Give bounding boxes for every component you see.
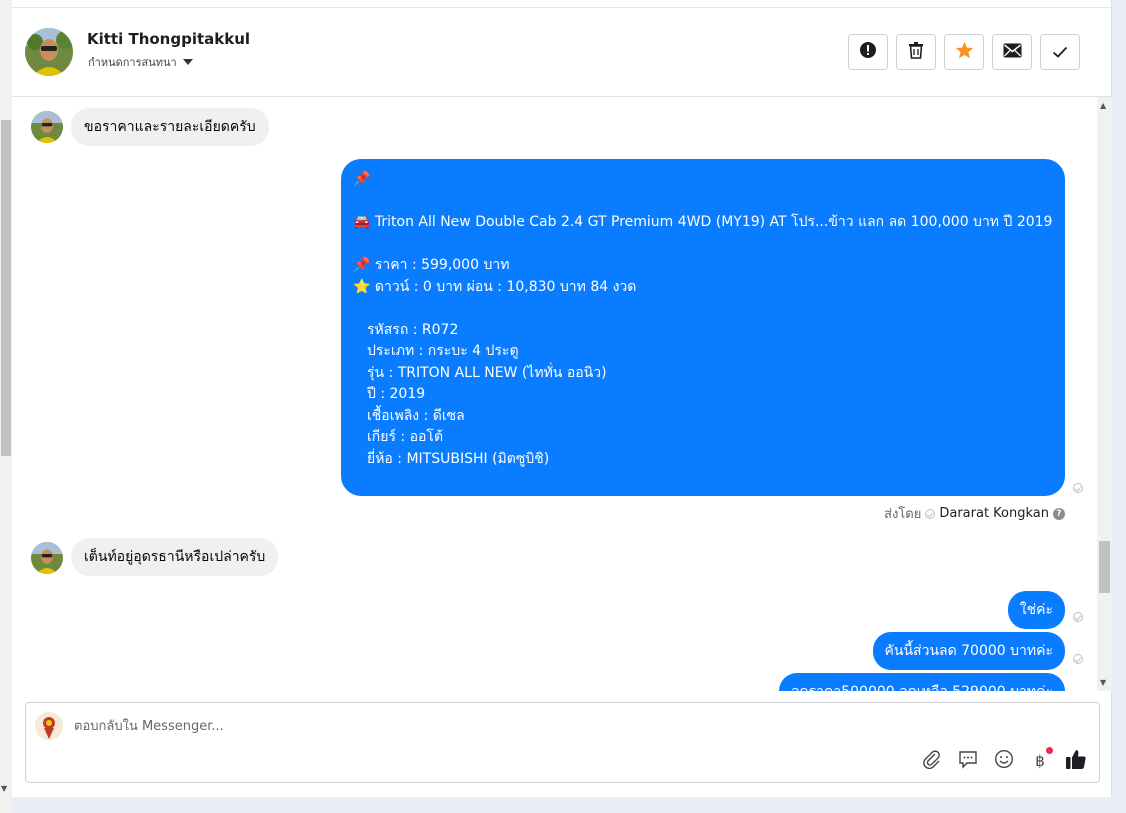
page-avatar xyxy=(35,712,63,740)
delete-button[interactable] xyxy=(896,34,936,70)
help-icon[interactable]: ? xyxy=(1053,507,1065,520)
smiley-icon xyxy=(994,749,1014,773)
payment-button[interactable]: ฿ xyxy=(1029,747,1053,772)
thread-scrollbar[interactable]: ▲ ▼ xyxy=(1097,97,1112,691)
star-button[interactable] xyxy=(944,34,984,70)
envelope-icon xyxy=(1003,43,1022,62)
seen-check-icon xyxy=(1073,612,1083,622)
caret-down-icon xyxy=(182,59,193,65)
thread-scrollbar-thumb[interactable] xyxy=(1099,541,1110,593)
listing-year: ปี : 2019 xyxy=(367,386,426,402)
message-thread[interactable]: ขอราคาและรายละเอียดครับ 📌 🚘 Triton All N… xyxy=(12,97,1097,691)
seen-check-icon xyxy=(1073,483,1083,493)
like-button[interactable] xyxy=(1065,750,1087,772)
incoming-message[interactable]: เต็นท์อยู่อุดรธานีหรือเปล่าครับ xyxy=(71,538,279,576)
star-icon xyxy=(955,41,974,63)
alert-circle-icon xyxy=(859,41,877,63)
listing-title: 🚘 Triton All New Double Cab 2.4 GT Premi… xyxy=(353,214,1053,230)
attach-button[interactable] xyxy=(921,750,943,772)
conversation-actions xyxy=(848,34,1080,70)
page-scrollbar[interactable]: ▼ xyxy=(0,0,12,813)
conversation-panel: Kitti Thongpitakkul กำหนดการสนทนา ขอราคา… xyxy=(12,0,1112,797)
composer-tools: ฿ xyxy=(921,747,1087,773)
sent-by-row: ส่งโดย Dararat Kongkan ? xyxy=(884,503,1065,524)
page-scrollbar-thumb[interactable] xyxy=(1,120,11,456)
scroll-down-icon[interactable]: ▼ xyxy=(1100,678,1106,687)
listing-gear: เกียร์ : ออโต้ xyxy=(367,429,444,445)
chat-bubble-icon xyxy=(958,749,978,773)
listing-code: รหัสรถ : R072 xyxy=(367,321,459,338)
contact-avatar[interactable] xyxy=(25,28,73,76)
assign-conversation-dropdown[interactable]: กำหนดการสนทนา xyxy=(88,53,193,71)
reply-input[interactable] xyxy=(74,715,874,737)
mark-done-button[interactable] xyxy=(1040,34,1080,70)
emoji-button[interactable] xyxy=(993,749,1015,773)
scroll-up-icon[interactable]: ▲ xyxy=(1100,101,1106,110)
check-icon xyxy=(1052,43,1068,62)
sent-by-label: ส่งโดย xyxy=(884,507,922,522)
contact-avatar-small[interactable] xyxy=(31,111,63,143)
sent-by-agent[interactable]: Dararat Kongkan xyxy=(939,506,1049,521)
listing-type: ประเภท : กระบะ 4 ประตู xyxy=(367,343,519,359)
assign-conversation-label: กำหนดการสนทนา xyxy=(88,56,177,69)
listing-brand: ยี่ห้อ : MITSUBISHI (มิตซูบิชิ) xyxy=(367,450,550,467)
pin-emoji: 📌 xyxy=(353,171,371,187)
incoming-message[interactable]: ขอราคาและรายละเอียดครับ xyxy=(71,108,269,146)
saved-replies-button[interactable] xyxy=(957,750,979,772)
trash-icon xyxy=(908,41,924,63)
outgoing-message[interactable]: คันนี้ส่วนลด 70000 บาทค่ะ xyxy=(872,632,1065,670)
page-scroll-down-icon[interactable]: ▼ xyxy=(1,784,7,793)
listing-down-payment: ⭐ ดาวน์ : 0 บาท ผ่อน : 10,830 บาท 84 งวด xyxy=(353,278,637,295)
mark-spam-button[interactable] xyxy=(848,34,888,70)
conversation-header: Kitti Thongpitakkul กำหนดการสนทนา xyxy=(12,8,1112,97)
listing-fuel: เชื้อเพลิง : ดีเซล xyxy=(367,407,465,424)
thumbs-up-icon xyxy=(1065,748,1087,774)
notification-dot xyxy=(1046,747,1053,754)
sent-check-icon xyxy=(925,508,936,519)
contact-avatar-small[interactable] xyxy=(31,542,63,574)
contact-name[interactable]: Kitti Thongpitakkul xyxy=(87,30,250,48)
outgoing-listing-message[interactable]: 📌 🚘 Triton All New Double Cab 2.4 GT Pre… xyxy=(341,159,1065,496)
outgoing-message[interactable]: ลดราคา500000 ลดเหลือ 529000 บาทค่ะ xyxy=(778,673,1065,691)
listing-model: รุ่น : TRITON ALL NEW (ไททั่น ออนิว) xyxy=(367,364,607,381)
mark-unread-button[interactable] xyxy=(992,34,1032,70)
seen-check-icon xyxy=(1073,654,1083,664)
outgoing-message[interactable]: ใช่ค่ะ xyxy=(1007,591,1065,629)
reply-composer: ฿ xyxy=(25,702,1100,783)
listing-price: 📌 ราคา : 599,000 บาท xyxy=(353,257,510,273)
paperclip-icon xyxy=(922,749,942,773)
baht-icon: ฿ xyxy=(1035,752,1045,770)
top-divider xyxy=(12,0,1112,8)
